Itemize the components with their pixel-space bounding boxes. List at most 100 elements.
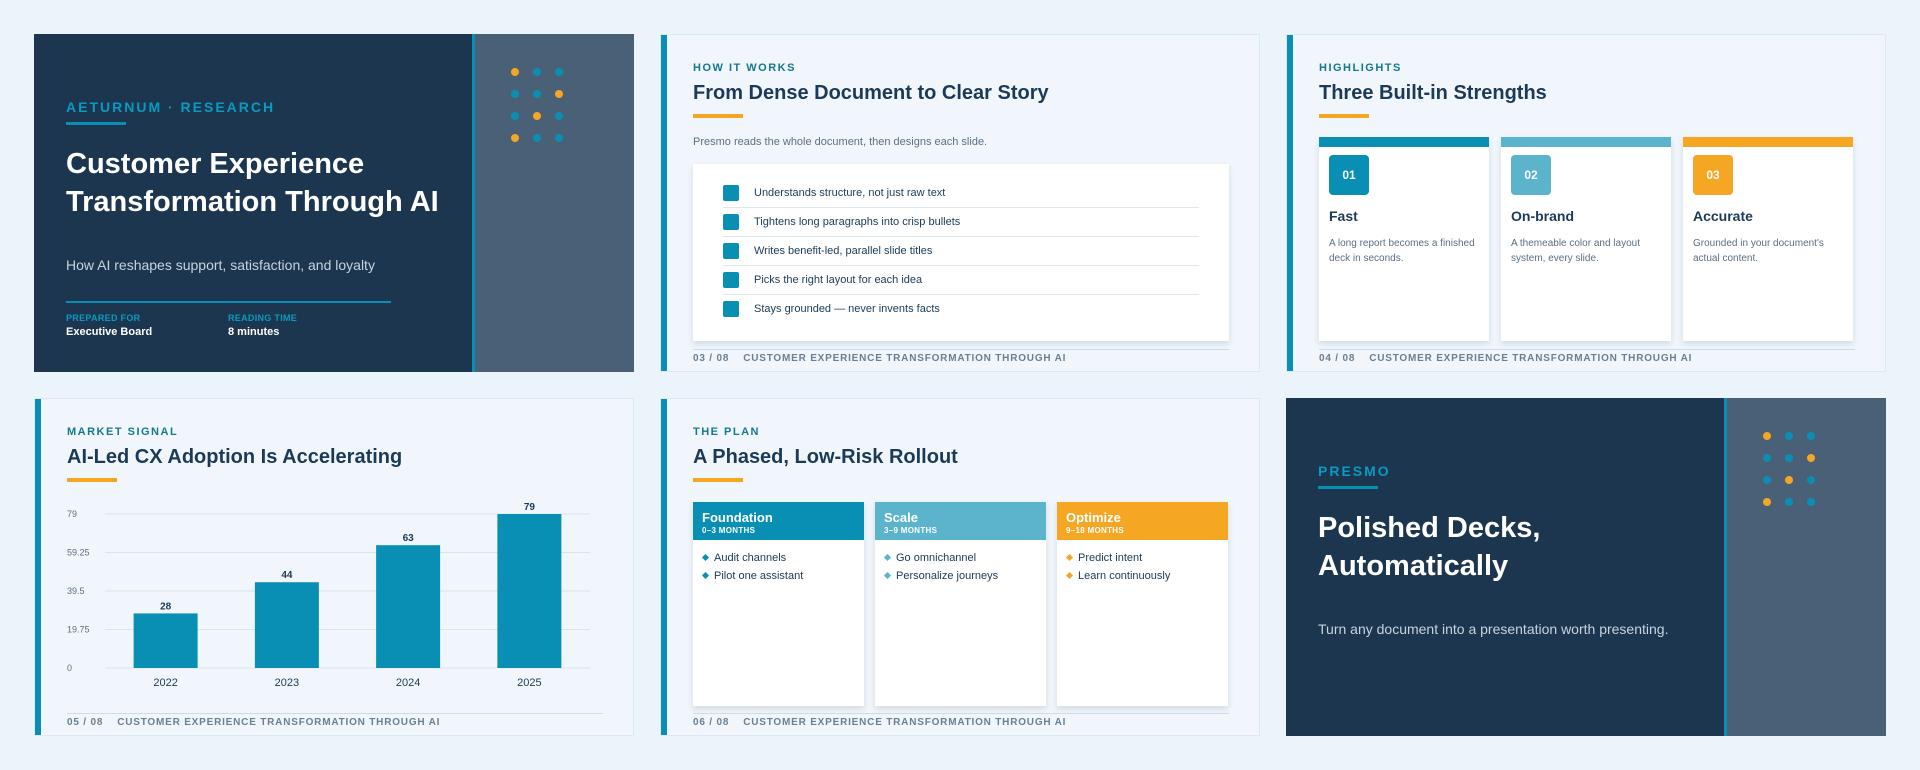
title-rule [1319,114,1369,118]
slide-highlights[interactable]: HIGHLIGHTS Three Built-in Strengths 01 F… [1286,34,1886,372]
phase-header: Foundation 0–3 MONTHS [693,502,864,540]
phase-item: Personalize journeys [883,570,998,582]
bar [376,545,441,668]
square-bullet-icon [723,185,739,201]
slide-title: Three Built-in Strengths [1319,82,1547,104]
deck-title: CUSTOMER EXPERIENCE TRANSFORMATION THROU… [1369,353,1693,364]
x-tick-label: 2023 [275,677,299,689]
diamond-bullet-icon [883,553,892,561]
strength-card-accurate: 03 Accurate Grounded in your document's … [1683,137,1853,341]
eyebrow: PRESMO [1318,463,1391,479]
card-topbar [1683,137,1853,147]
slide-how-it-works[interactable]: HOW IT WORKS From Dense Document to Clea… [660,34,1260,372]
slide-footer: 05 / 08 CUSTOMER EXPERIENCE TRANSFORMATIO… [67,717,440,728]
slide-title: From Dense Document to Clear Story [693,82,1049,104]
dot-grid-decoration [511,68,571,148]
phase-item: Go omnichannel [883,552,976,564]
list-item: Writes benefit-led, parallel slide title… [723,237,1199,266]
prepared-value: Executive Board [66,326,153,338]
phase-card-foundation: Foundation 0–3 MONTHS Audit channels Pil… [693,502,864,706]
reading-label: READING TIME [228,313,298,323]
y-tick-label: 0 [67,663,72,673]
data-label: 28 [160,601,172,612]
slide-the-plan[interactable]: THE PLAN A Phased, Low-Risk Rollout Foun… [660,398,1260,736]
footer-rule [1319,349,1855,350]
slide-closing[interactable]: PRESMO Polished Decks, Automatically Tur… [1286,398,1886,736]
x-tick-label: 2025 [517,677,541,689]
strength-card-on-brand: 02 On-brand A themeable color and layout… [1501,137,1671,341]
adoption-bar-chart: 0 19.75 39.5 59.25 79 28 2022 44 2023 63 2024 79 202… [67,502,590,689]
phase-duration: 0–3 MONTHS [702,526,756,535]
footer-rule [693,713,1229,714]
feature-list-card: Understands structure, not just raw text… [693,164,1229,341]
prepared-for: PREPARED FOR Executive Board [66,313,152,338]
slide-footer: 04 / 08 CUSTOMER EXPERIENCE TRANSFORMATIO… [1319,353,1692,364]
list-item: Tightens long paragraphs into crisp bull… [723,208,1199,237]
number-badge: 02 [1511,155,1551,195]
subtitle: Turn any document into a presentation wo… [1318,621,1669,637]
phase-duration: 9–18 MONTHS [1066,526,1124,535]
eyebrow-rule [1318,486,1378,489]
list-item: Stays grounded — never invents facts [723,295,1199,324]
square-bullet-icon [723,243,739,259]
x-tick-label: 2022 [153,677,177,689]
phase-name: Optimize [1066,510,1121,525]
slide-footer: 03 / 08 CUSTOMER EXPERIENCE TRANSFORMATIO… [693,353,1066,364]
list-item: Picks the right layout for each idea [723,266,1199,295]
subtitle: How AI reshapes support, satisfaction, a… [66,257,375,273]
eyebrow: AETURNUM · RESEARCH [66,99,276,115]
side-panel [472,34,634,372]
phase-card-scale: Scale 3–9 MONTHS Go omnichannel Personal… [875,502,1046,706]
square-bullet-icon [723,301,739,317]
list-item: Understands structure, not just raw text [723,179,1199,208]
square-bullet-icon [723,214,739,230]
slide-number: 03 / 08 [693,353,730,364]
phase-item: Learn continuously [1065,570,1170,582]
card-topbar [1501,137,1671,147]
card-heading: Accurate [1693,208,1753,224]
deck-title: CUSTOMER EXPERIENCE TRANSFORMATION THROU… [743,717,1067,728]
phase-name: Scale [884,510,918,525]
slide-market-signal[interactable]: MARKET SIGNAL AI-Led CX Adoption Is Acce… [34,398,634,736]
strength-card-fast: 01 Fast A long report becomes a finished… [1319,137,1489,341]
phase-duration: 3–9 MONTHS [884,526,938,535]
footer-rule [67,713,603,714]
number-badge: 03 [1693,155,1733,195]
eyebrow: HIGHLIGHTS [1319,62,1402,74]
card-description: A themeable color and layout system, eve… [1511,238,1640,264]
diamond-bullet-icon [1065,571,1074,579]
accent-bar [1287,35,1293,371]
phase-item: Pilot one assistant [701,570,803,582]
phase-name: Foundation [702,510,773,525]
bar [133,613,198,668]
y-tick-label: 39.5 [67,586,85,596]
side-panel [1724,398,1886,736]
phase-item: Predict intent [1065,552,1142,564]
data-label: 79 [524,502,536,513]
bar [497,514,562,668]
data-label: 44 [281,570,293,581]
bar [254,582,319,668]
slide-footer: 06 / 08 CUSTOMER EXPERIENCE TRANSFORMATIO… [693,717,1066,728]
diamond-bullet-icon [701,553,710,561]
number-badge: 01 [1329,155,1369,195]
slide-title-line2: Transformation Through AI [66,186,439,218]
slide-title[interactable]: AETURNUM · RESEARCH Customer Experience … [34,34,634,372]
phase-header: Scale 3–9 MONTHS [875,502,1046,540]
y-tick-label: 79 [67,509,77,519]
diamond-bullet-icon [1065,553,1074,561]
x-tick-label: 2024 [396,677,420,689]
y-tick-label: 59.25 [67,548,90,558]
diamond-bullet-icon [883,571,892,579]
eyebrow: THE PLAN [693,426,760,438]
diamond-bullet-icon [701,571,710,579]
slide-title-line2: Automatically [1318,550,1509,582]
deck-title: CUSTOMER EXPERIENCE TRANSFORMATION THROU… [117,717,441,728]
square-bullet-icon [723,272,739,288]
slide-number: 05 / 08 [67,717,104,728]
slide-title-line1: Customer Experience [66,148,365,180]
phase-item: Audit channels [701,552,786,564]
card-heading: Fast [1329,208,1358,224]
reading-time: READING TIME 8 minutes [228,313,297,338]
card-topbar [1319,137,1489,147]
